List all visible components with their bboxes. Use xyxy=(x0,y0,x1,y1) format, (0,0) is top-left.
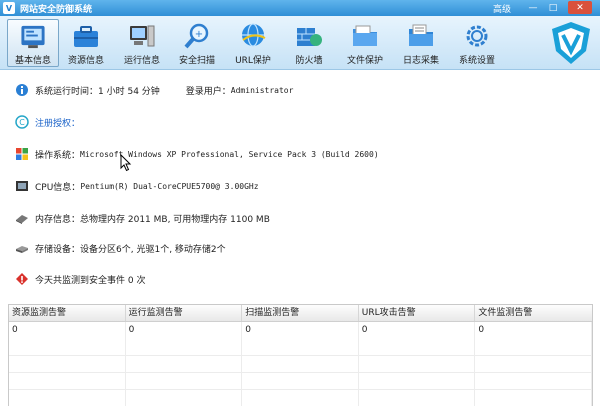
alarm-table: 资源监测告警 运行监测告警 扫描监测告警 URL攻击告警 文件监测告警 0 0 … xyxy=(8,304,593,406)
brand-logo-icon xyxy=(552,22,590,64)
memory-label: 内存信息： xyxy=(35,214,81,225)
window-title: 网站安全防御系统 xyxy=(20,4,93,15)
copyright-icon: C xyxy=(15,115,29,129)
maximize-button[interactable]: □ xyxy=(545,1,561,14)
column-header[interactable]: 资源监测告警 xyxy=(9,305,126,321)
level-button[interactable]: 高级 xyxy=(493,2,511,15)
os-label: 操作系统： xyxy=(35,150,81,161)
tab-label: 系统设置 xyxy=(458,56,495,66)
briefcase-icon xyxy=(74,26,98,47)
storage-label: 存储设备： xyxy=(35,244,81,255)
login-user-label: 登录用户： xyxy=(185,86,231,97)
register-row: C 注册授权： xyxy=(15,114,80,130)
storage-row: 存储设备： 设备分区6个, 光驱1个, 移动存储2个 xyxy=(15,240,226,256)
info-icon xyxy=(16,84,28,96)
tab-resource-info[interactable]: 资源信息 xyxy=(60,19,112,67)
close-button[interactable]: ✕ xyxy=(568,1,592,14)
runtime-value: 1 小时 54 分钟 xyxy=(98,86,160,97)
magnifier-icon: + xyxy=(184,23,209,49)
tab-runtime-info[interactable]: 运行信息 xyxy=(116,19,168,67)
events-row: 今天共监测到安全事件 0 次 xyxy=(15,271,145,287)
svg-text:C: C xyxy=(19,118,25,127)
tab-label: 防火墙 xyxy=(295,56,323,66)
tab-url-protection[interactable]: URL保护 xyxy=(227,19,279,67)
title-bar: V 网站安全防御系统 高级 — □ ✕ xyxy=(0,0,600,16)
tab-firewall[interactable]: 防火墙 xyxy=(283,19,335,67)
log-folder-icon xyxy=(409,24,433,46)
basic-info-icon xyxy=(21,25,45,49)
column-header[interactable]: URL攻击告警 xyxy=(359,305,476,321)
runtime-row: 系统运行时间： 1 小时 54 分钟 登录用户： Administrator xyxy=(15,82,293,98)
login-user-value: Administrator xyxy=(230,85,294,95)
alert-icon xyxy=(16,273,28,285)
storage-icon xyxy=(16,246,28,253)
globe-shield-icon xyxy=(242,23,266,47)
os-row: 操作系统： Microsoft Windows XP Professional,… xyxy=(15,146,379,162)
security-events-text: 今天共监测到安全事件 0 次 xyxy=(35,275,146,286)
firewall-icon xyxy=(297,28,322,46)
runtime-label: 系统运行时间： xyxy=(35,86,99,97)
memory-value: 总物理内存 2011 MB, 可用物理内存 1100 MB xyxy=(80,214,270,225)
tab-label: 基本信息 xyxy=(14,56,51,66)
tab-label: 文件保护 xyxy=(346,56,383,66)
tab-label: URL保护 xyxy=(235,56,271,66)
tab-label: 日志采集 xyxy=(402,56,439,66)
minimize-button[interactable]: — xyxy=(525,1,541,14)
table-grid-lines xyxy=(9,339,592,406)
tab-log-collection[interactable]: 日志采集 xyxy=(395,19,447,67)
tab-label: 运行信息 xyxy=(123,56,160,66)
cpu-icon xyxy=(16,181,28,191)
app-logo-icon: V xyxy=(3,2,15,14)
table-header: 资源监测告警 运行监测告警 扫描监测告警 URL攻击告警 文件监测告警 xyxy=(9,305,592,322)
gear-icon xyxy=(466,25,488,47)
cpu-label: CPU信息： xyxy=(35,182,81,193)
tab-label: 安全扫描 xyxy=(178,56,215,66)
tab-label: 资源信息 xyxy=(67,56,104,66)
tab-system-settings[interactable]: 系统设置 xyxy=(451,19,503,67)
column-header[interactable]: 运行监测告警 xyxy=(126,305,243,321)
register-license-link[interactable]: 注册授权： xyxy=(35,116,80,129)
tab-file-protection[interactable]: 文件保护 xyxy=(339,19,391,67)
windows-icon xyxy=(16,148,28,160)
tab-security-scan[interactable]: + 安全扫描 xyxy=(171,19,223,67)
column-header[interactable]: 扫描监测告警 xyxy=(242,305,359,321)
storage-value: 设备分区6个, 光驱1个, 移动存储2个 xyxy=(80,244,226,255)
tab-basic-info[interactable]: 基本信息 xyxy=(7,19,59,67)
cpu-row: CPU信息： Pentium(R) Dual-CoreCPUE5700@ 3.0… xyxy=(15,178,259,194)
memory-row: 内存信息： 总物理内存 2011 MB, 可用物理内存 1100 MB xyxy=(15,210,270,226)
main-toolbar: 基本信息 资源信息 运行信息 + 安全扫描 URL保护 防火墙 文件保护 日志采… xyxy=(0,16,600,70)
folder-icon xyxy=(353,25,377,46)
computer-icon xyxy=(130,25,155,47)
memory-icon xyxy=(16,215,28,224)
mouse-cursor-icon xyxy=(120,154,132,172)
cpu-value: Pentium(R) Dual-CoreCPUE5700@ 3.00GHz xyxy=(80,181,259,191)
svg-text:+: + xyxy=(195,29,203,40)
column-header[interactable]: 文件监测告警 xyxy=(475,305,592,321)
